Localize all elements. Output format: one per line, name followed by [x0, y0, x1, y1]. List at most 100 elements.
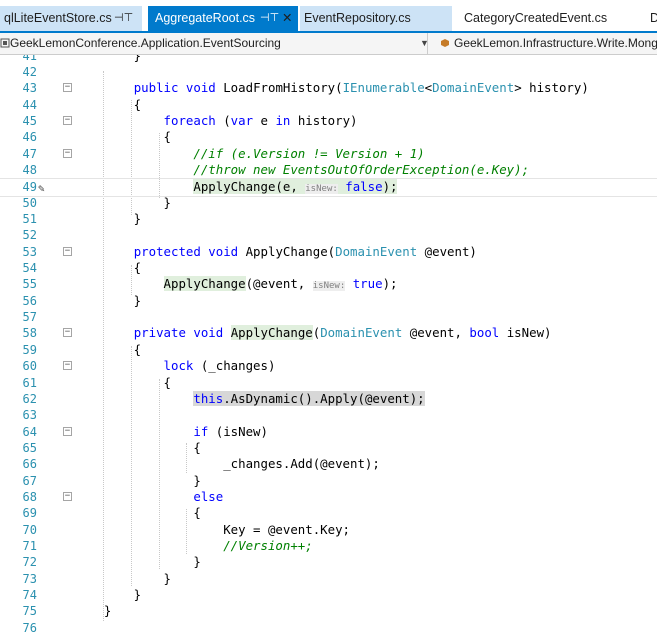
line-number: 55: [22, 277, 37, 292]
code-line[interactable]: 73 }: [0, 571, 657, 587]
project-name: GeekLemonConference.Application.EventSou…: [10, 36, 281, 50]
code-line[interactable]: 43 − public void LoadFromHistory(IEnumera…: [0, 80, 657, 96]
code-line[interactable]: 64 − if (isNew): [0, 424, 657, 440]
code-line[interactable]: 44 {: [0, 97, 657, 113]
code-text: }: [74, 472, 201, 488]
pin-icon[interactable]: ⊣⊤: [114, 6, 133, 31]
code-text: //if (e.Version != Version + 1): [193, 145, 425, 161]
line-number: 47: [22, 146, 37, 161]
code-line[interactable]: 72 }: [0, 554, 657, 570]
code-text: //Version++;: [223, 538, 313, 553]
line-number: 52: [22, 228, 37, 243]
tab-category-created-event[interactable]: CategoryCreatedEvent.cs: [460, 6, 640, 31]
code-line[interactable]: 75 }: [0, 603, 657, 619]
tab-overflow[interactable]: D: [646, 6, 657, 31]
code-line[interactable]: 56 }: [0, 293, 657, 309]
code-text: lock (_changes): [163, 358, 276, 374]
code-line[interactable]: 48 //throw new EventsOutOfOrderException…: [0, 162, 657, 178]
document-tab-bar: qlLiteEventStore.cs ⊣⊤ AggregateRoot.cs …: [0, 0, 657, 33]
code-line[interactable]: 42: [0, 64, 657, 80]
collapse-icon[interactable]: −: [63, 426, 72, 436]
line-number: 42: [22, 64, 37, 79]
code-line[interactable]: 51 }: [0, 211, 657, 227]
code-text: }: [74, 570, 171, 586]
code-line[interactable]: 61 {: [0, 375, 657, 391]
line-number: 46: [22, 130, 37, 145]
pin-icon[interactable]: ⊣⊤: [260, 6, 279, 31]
line-number: 57: [22, 310, 37, 325]
collapse-icon[interactable]: −: [63, 148, 72, 158]
line-number: 51: [22, 212, 37, 226]
code-text: }: [74, 194, 171, 210]
code-line[interactable]: 58 − private void ApplyChange(DomainEvent…: [0, 325, 657, 341]
collapse-icon[interactable]: −: [63, 328, 72, 338]
code-editor[interactable]: 41 } 42 43− public void LoadFromHistory(IE…: [0, 55, 657, 639]
line-number: 62: [22, 391, 37, 406]
code-text: }: [74, 211, 142, 226]
tab-sqlite-event-store[interactable]: qlLiteEventStore.cs ⊣⊤: [0, 6, 142, 31]
code-line[interactable]: 62 this.AsDynamic().Apply(@event);: [0, 390, 657, 407]
code-line[interactable]: 55 ApplyChange(@event, isNew: true);: [0, 276, 657, 292]
tab-aggregate-root[interactable]: AggregateRoot.cs ⊣⊤: [148, 6, 298, 31]
collapse-icon[interactable]: −: [63, 246, 72, 256]
code-line[interactable]: 52: [0, 227, 657, 243]
close-icon[interactable]: ✕: [278, 6, 298, 31]
code-line[interactable]: 68 − else: [0, 489, 657, 505]
line-number: 45: [22, 113, 37, 128]
code-text: _changes.Add(@event);: [74, 456, 380, 472]
code-line[interactable]: 66 _changes.Add(@event);: [0, 456, 657, 472]
tab-label: qlLiteEventStore.cs: [4, 11, 112, 25]
collapse-icon[interactable]: −: [63, 115, 72, 125]
code-line[interactable]: 50 }: [0, 195, 657, 211]
quick-action-pen-icon[interactable]: ✎: [38, 182, 45, 195]
project-dropdown[interactable]: GeekLemonConference.Application.EventSou…: [0, 33, 428, 54]
code-line[interactable]: 57: [0, 309, 657, 325]
chevron-down-icon[interactable]: ▼: [420, 33, 429, 54]
code-line[interactable]: 74 }: [0, 587, 657, 603]
tab-event-repository[interactable]: EventRepository.cs: [300, 6, 452, 31]
code-line[interactable]: 67 }: [0, 473, 657, 489]
code-line[interactable]: 45 − foreach (var e in history): [0, 113, 657, 129]
code-line[interactable]: 60 − lock (_changes): [0, 358, 657, 374]
line-number: 41: [22, 55, 37, 63]
tab-label: EventRepository.cs: [304, 11, 411, 25]
code-text: {: [74, 439, 201, 455]
collapse-icon[interactable]: −: [63, 361, 72, 371]
code-text: {: [74, 505, 201, 521]
line-number: 56: [22, 293, 37, 308]
code-line[interactable]: 41 }: [0, 55, 657, 64]
line-number: 64: [22, 424, 37, 439]
code-text: {: [74, 374, 171, 390]
code-line[interactable]: 65 {: [0, 440, 657, 456]
code-text: protected void ApplyChange(DomainEvent @…: [133, 243, 477, 259]
line-number: 43: [22, 81, 37, 96]
code-line[interactable]: 71 //Version++;: [0, 538, 657, 554]
line-number: 54: [22, 261, 37, 276]
line-number: 67: [22, 473, 37, 488]
code-text: }: [74, 55, 142, 63]
code-text: //throw new EventsOutOfOrderException(e.…: [193, 161, 530, 177]
line-number: 50: [22, 195, 37, 210]
code-text: }: [74, 603, 112, 619]
code-text: {: [74, 129, 171, 145]
code-line[interactable]: 59 {: [0, 342, 657, 358]
code-text: else: [193, 488, 224, 504]
code-text: Key = @event.Key;: [74, 521, 351, 537]
line-number: 59: [22, 342, 37, 357]
code-line[interactable]: 63: [0, 407, 657, 423]
code-text: }: [74, 587, 142, 603]
code-line[interactable]: 47 − //if (e.Version != Version + 1): [0, 146, 657, 162]
code-line[interactable]: 54 {: [0, 260, 657, 276]
collapse-icon[interactable]: −: [63, 83, 72, 93]
collapse-icon[interactable]: −: [63, 491, 72, 501]
type-dropdown[interactable]: GeekLemon.Infrastructure.Write.Mong: [436, 33, 657, 54]
code-line[interactable]: 70 Key = @event.Key;: [0, 522, 657, 538]
code-line[interactable]: 69 {: [0, 505, 657, 521]
code-line[interactable]: 46 {: [0, 129, 657, 145]
line-number: 60: [22, 359, 37, 374]
line-number: 53: [22, 244, 37, 259]
code-text: public void LoadFromHistory(IEnumerable<…: [133, 80, 589, 96]
code-line[interactable]: 53 − protected void ApplyChange(DomainEve…: [0, 244, 657, 260]
line-number: 58: [22, 326, 37, 341]
code-line[interactable]: 76: [0, 620, 657, 636]
